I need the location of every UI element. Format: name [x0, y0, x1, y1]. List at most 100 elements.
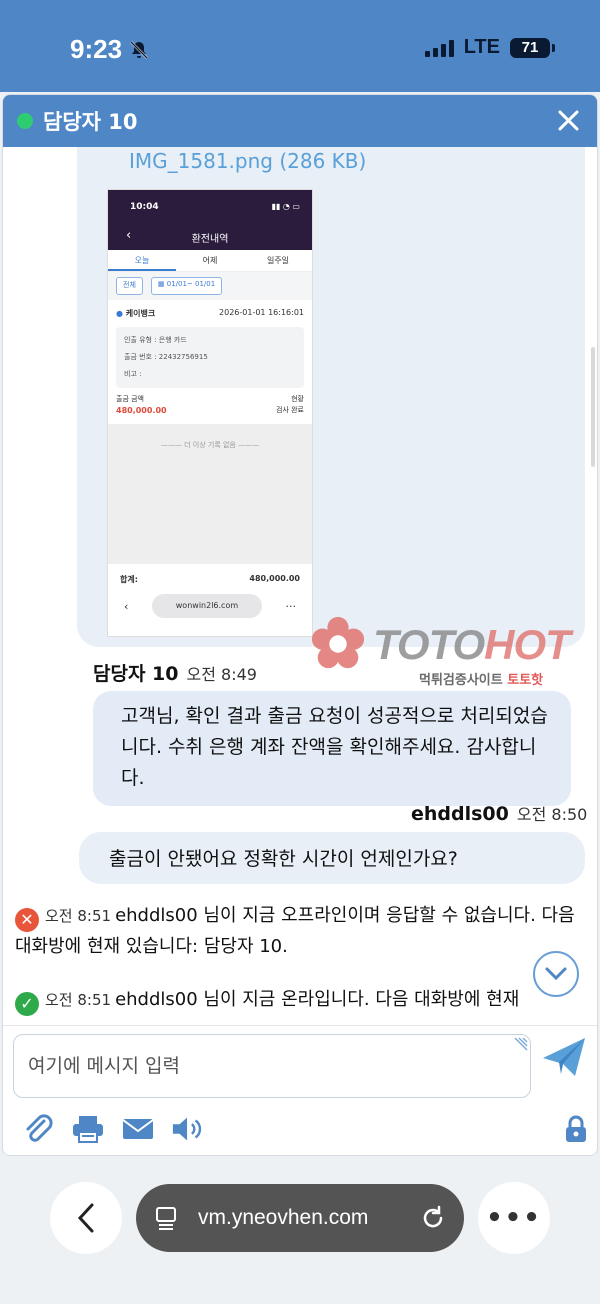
- thumb-url: wonwin2l6.com: [151, 594, 262, 618]
- sound-button[interactable]: [171, 1112, 205, 1146]
- message-list[interactable]: IMG_1581.png (286 KB) 10:04 ▮▮ ◔ ▭ ‹ 환전내…: [3, 147, 597, 1025]
- thumb-browser-nav: ‹ wonwin2l6.com ···: [124, 590, 296, 622]
- watermark-subtitle: 먹튀검증사이트 토토핫: [419, 669, 543, 688]
- status-time: 9:23: [70, 34, 150, 65]
- send-button[interactable]: [539, 1032, 589, 1082]
- thumb-status: 검사 완료: [276, 406, 304, 414]
- chat-window: 담당자 10 IMG_1581.png (286 KB) 10:04 ▮▮ ◔ …: [2, 94, 598, 1156]
- scrollbar[interactable]: [591, 347, 595, 467]
- thumb-note: 비고 :: [124, 370, 142, 378]
- thumb-back-nav-icon: ‹: [124, 599, 129, 613]
- thumb-tab: 일주일: [266, 256, 290, 265]
- thumb-bank: ● 케이뱅크: [116, 309, 156, 318]
- address-bar[interactable]: vm.yneovhen.com: [136, 1184, 464, 1252]
- watermark: TOTOHOT 먹튀검증사이트 토토핫: [309, 615, 597, 689]
- speaker-icon: [172, 1117, 202, 1141]
- thumb-record: ● 케이뱅크 2026-01-01 16:16:01 인출 유형 : 은행 카드…: [108, 300, 312, 424]
- message-sender: 담당자 10 오전 8:49: [93, 659, 257, 686]
- clock: 9:23: [70, 34, 123, 64]
- chat-title: 담당자 10: [43, 110, 138, 134]
- address-url: vm.yneovhen.com: [198, 1206, 369, 1229]
- thumb-header: 10:04 ▮▮ ◔ ▭ ‹ 환전내역: [108, 190, 312, 250]
- email-button[interactable]: [121, 1112, 155, 1146]
- chat-header: 담당자 10: [3, 95, 597, 147]
- composer-toolbar: [21, 1112, 205, 1146]
- thumb-status-label: 현황: [291, 395, 304, 403]
- online-check-icon: ✓: [15, 992, 39, 1016]
- thumb-tabs: 오늘 어제 일주일: [108, 250, 312, 272]
- browser-back-button[interactable]: [50, 1182, 122, 1254]
- more-dots-icon: •••: [486, 1203, 542, 1233]
- agent-message-bubble: 고객님, 확인 결과 출금 요청이 성공적으로 처리되었습니다. 수취 은행 계…: [93, 691, 571, 806]
- thumb-no-more: ——— 더 이상 기록 없음 ———: [160, 441, 260, 449]
- thumb-date-text: 01/01~ 01/01: [166, 280, 216, 288]
- lock-icon[interactable]: [563, 1114, 589, 1144]
- thumb-tab: 오늘: [108, 250, 176, 271]
- notice-time: 오전 8:51: [45, 907, 112, 925]
- chevron-left-icon: [77, 1203, 94, 1233]
- watermark-hot: HOT: [484, 621, 571, 668]
- thumb-total: 480,000.00: [249, 574, 300, 583]
- attachment-thumbnail[interactable]: 10:04 ▮▮ ◔ ▭ ‹ 환전내역 오늘 어제 일주일 전체 ▦ 01/01…: [107, 189, 313, 637]
- thumb-amount-row: 출금 금액 480,000.00 현황 검사 완료: [116, 394, 304, 416]
- reload-icon[interactable]: [420, 1205, 446, 1231]
- bell-mute-icon: [130, 40, 148, 59]
- status-indicators: LTE 71: [424, 36, 555, 59]
- thumb-title: 환전내역: [191, 234, 229, 245]
- status-bar: 9:23 LTE 71: [0, 0, 600, 92]
- watermark-sub-red: 토토핫: [507, 673, 544, 688]
- thumb-time: 10:04: [130, 202, 159, 212]
- thumb-withdraw-type: 인출 유형 : 은행 카드: [124, 336, 187, 344]
- thumb-no-more-text: 더 이상 기록 없음: [184, 441, 236, 449]
- envelope-icon: [122, 1119, 154, 1139]
- network-label: LTE: [463, 36, 500, 58]
- scroll-to-bottom-button[interactable]: [533, 951, 579, 997]
- system-notice-online: ✓ 오전 8:51 ehddls00 님이 지금 온라입니다. 다음 대화방에 현재: [15, 985, 575, 1016]
- thumb-amount: 480,000.00: [116, 406, 167, 415]
- chevron-down-icon: [545, 967, 567, 981]
- browser-toolbar: vm.yneovhen.com •••: [0, 1160, 600, 1304]
- thumb-filter: 전체 ▦ 01/01~ 01/01: [108, 272, 312, 300]
- watermark-logo-icon: [311, 616, 365, 669]
- print-button[interactable]: [71, 1112, 105, 1146]
- site-info-icon: [156, 1207, 176, 1230]
- watermark-text: TOTOHOT: [373, 621, 571, 669]
- watermark-sub-text: 먹튀검증사이트: [419, 673, 503, 688]
- attach-button[interactable]: [21, 1112, 55, 1146]
- thumb-filter-all: 전체: [116, 277, 143, 295]
- system-notice-offline: ✕ 오전 8:51 ehddls00 님이 지금 오프라인이며 응답할 수 없습니다…: [15, 901, 575, 962]
- thumb-datetime: 2026-01-01 16:16:01: [219, 308, 304, 317]
- thumb-empty-area: ——— 더 이상 기록 없음 ———: [108, 424, 312, 564]
- notice-time: 오전 8:51: [45, 991, 112, 1009]
- signal-icon: [424, 39, 454, 57]
- attachment-filename[interactable]: IMG_1581.png (286 KB): [129, 149, 366, 173]
- offline-x-icon: ✕: [15, 908, 39, 932]
- thumb-tab: 어제: [202, 256, 218, 265]
- thumb-status-icons: ▮▮ ◔ ▭: [271, 202, 300, 211]
- message-time: 오전 8:49: [186, 665, 257, 684]
- battery-level: 71: [521, 38, 539, 56]
- thumb-amount-label: 출금 금액: [116, 395, 144, 403]
- printer-icon: [73, 1116, 103, 1143]
- close-chat-button[interactable]: [553, 106, 583, 136]
- user-message-bubble: 출금이 안됐어요 정확한 시간이 언제인가요?: [79, 832, 585, 884]
- composer: [3, 1025, 597, 1155]
- thumb-more-icon: ···: [285, 599, 297, 613]
- thumb-withdraw-no: 출금 번호 : 22432756915: [124, 353, 208, 361]
- battery-icon: 71: [510, 37, 555, 58]
- thumb-detail: 인출 유형 : 은행 카드 출금 번호 : 22432756915 비고 :: [116, 327, 304, 388]
- thumb-date-range: ▦ 01/01~ 01/01: [150, 277, 223, 295]
- notice-text: ehddls00 님이 지금 온라입니다. 다음 대화방에 현재: [115, 989, 520, 1010]
- sender-name: ehddls00: [411, 803, 509, 825]
- watermark-toto: TOTO: [373, 621, 485, 668]
- thumb-total-label: 합계:: [120, 575, 138, 584]
- online-status-icon: [17, 113, 33, 129]
- thumb-bank-row: ● 케이뱅크 2026-01-01 16:16:01: [116, 308, 304, 319]
- message-input[interactable]: [13, 1034, 531, 1098]
- browser-more-button[interactable]: •••: [478, 1182, 550, 1254]
- resize-grip-icon[interactable]: [513, 1036, 529, 1052]
- image-attachment: IMG_1581.png (286 KB) 10:04 ▮▮ ◔ ▭ ‹ 환전내…: [77, 147, 585, 647]
- paperclip-icon: [26, 1114, 53, 1142]
- thumb-bank-name: 케이뱅크: [125, 309, 156, 318]
- sender-name: 담당자 10: [93, 663, 179, 685]
